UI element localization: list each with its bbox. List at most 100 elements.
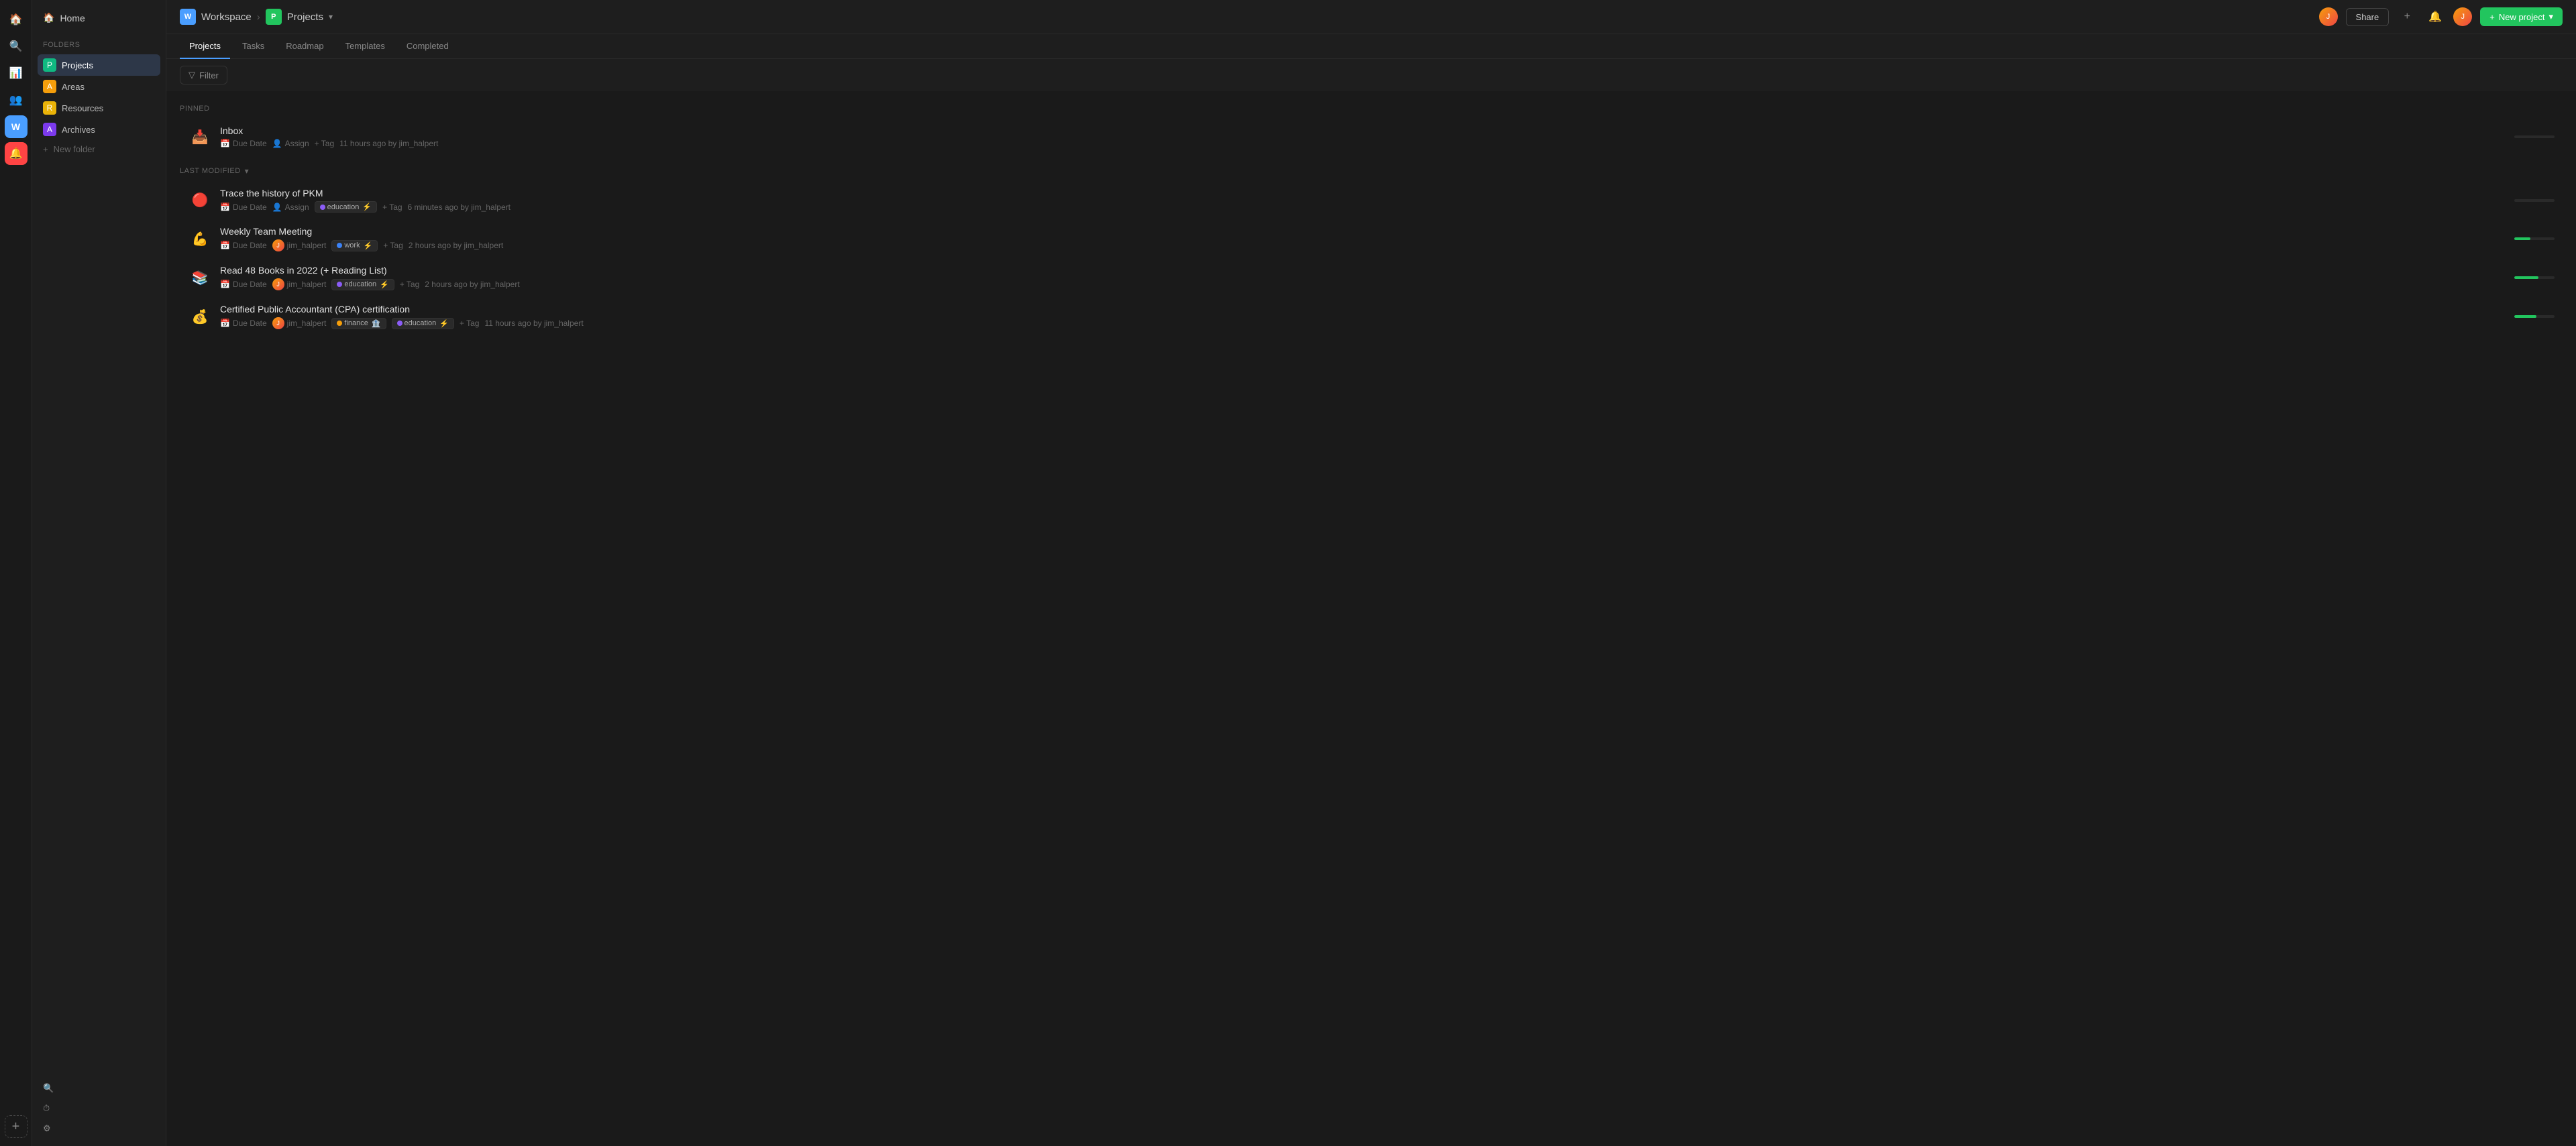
people-rail-icon[interactable]: 👥 xyxy=(5,89,28,111)
profile-avatar[interactable]: J xyxy=(2453,7,2472,26)
icon-rail: 🏠 🔍 📊 👥 W 🔔 + xyxy=(0,0,32,1146)
meeting-progress-bar xyxy=(2514,237,2555,240)
cpa-user[interactable]: J jim_halpert xyxy=(272,317,327,329)
pkm-assign[interactable]: 👤 Assign xyxy=(272,203,309,212)
pkm-progress-bar xyxy=(2514,199,2555,202)
graph-rail-icon[interactable]: 📊 xyxy=(5,62,28,84)
inbox-info: Inbox 📅 Due Date 👤 Assign + Tag xyxy=(220,125,2555,148)
areas-folder-icon: A xyxy=(43,80,56,93)
project-item-books[interactable]: 📚 Read 48 Books in 2022 (+ Reading List)… xyxy=(180,258,2563,297)
books-progress-bar xyxy=(2514,276,2555,279)
sidebar-search-item[interactable]: 🔍 xyxy=(38,1079,160,1098)
sidebar-history-item[interactable]: ⏱ xyxy=(38,1099,160,1118)
inbox-assign[interactable]: 👤 Assign xyxy=(272,139,309,148)
tab-roadmap[interactable]: Roadmap xyxy=(276,34,333,59)
sidebar-item-archives[interactable]: A Archives xyxy=(38,119,160,140)
add-button[interactable]: + xyxy=(2397,7,2417,27)
breadcrumb: W Workspace › P Projects ▾ xyxy=(180,9,333,25)
pkm-tag-education[interactable]: education ⚡ xyxy=(315,201,377,213)
filter-label: Filter xyxy=(199,70,219,80)
notification-badge[interactable]: 🔔 xyxy=(5,142,28,165)
tab-projects[interactable]: Projects xyxy=(180,34,230,59)
new-folder-button[interactable]: + New folder xyxy=(38,140,160,158)
books-progress xyxy=(2514,276,2555,279)
last-modified-list: 🔴 Trace the history of PKM 📅 Due Date 👤 … xyxy=(180,181,2563,336)
filter-icon: ▽ xyxy=(189,70,195,80)
sidebar-projects-label: Projects xyxy=(62,60,93,70)
cpa-add-tag[interactable]: + Tag xyxy=(460,319,479,328)
inbox-add-tag[interactable]: + Tag xyxy=(315,139,334,148)
pinned-section-label: PINNED xyxy=(180,105,2563,113)
meeting-add-tag[interactable]: + Tag xyxy=(383,241,402,250)
books-info: Read 48 Books in 2022 (+ Reading List) 📅… xyxy=(220,265,2555,290)
last-modified-sort-icon[interactable]: ▾ xyxy=(245,166,249,176)
assign-icon: 👤 xyxy=(272,203,282,212)
meeting-tag-work[interactable]: work ⚡ xyxy=(331,240,378,251)
sidebar-item-resources[interactable]: R Resources xyxy=(38,97,160,119)
last-modified-label: LAST MODIFIED xyxy=(180,167,241,175)
books-user[interactable]: J jim_halpert xyxy=(272,278,327,290)
tabs-bar: Projects Tasks Roadmap Templates Complet… xyxy=(166,34,2576,59)
books-emoji: 📚 xyxy=(188,266,212,290)
cpa-user-avatar: J xyxy=(272,317,284,329)
content-area: PINNED 📥 Inbox 📅 Due Date 👤 Assign xyxy=(166,91,2576,1146)
sidebar-home-label: Home xyxy=(60,13,85,23)
cpa-tag-education[interactable]: education ⚡ xyxy=(392,318,454,329)
project-item-meeting[interactable]: 💪 Weekly Team Meeting 📅 Due Date J jim_h… xyxy=(180,219,2563,258)
tab-tasks[interactable]: Tasks xyxy=(233,34,274,59)
tab-completed[interactable]: Completed xyxy=(397,34,458,59)
sidebar-resources-label: Resources xyxy=(62,103,103,113)
meeting-progress xyxy=(2514,237,2555,240)
home-rail-icon[interactable]: 🏠 xyxy=(5,8,28,31)
projects-breadcrumb-link[interactable]: Projects xyxy=(287,11,323,23)
cpa-tag-finance[interactable]: finance 🏦 xyxy=(331,318,386,329)
cpa-due-date[interactable]: 📅 Due Date xyxy=(220,319,267,328)
cpa-progress xyxy=(2514,315,2555,318)
history-icon: ⏱ xyxy=(43,1103,50,1114)
workspace-badge[interactable]: W xyxy=(5,115,28,138)
work-tag-icon: ⚡ xyxy=(364,241,373,250)
notification-button[interactable]: 🔔 xyxy=(2425,7,2445,27)
books-tag-education[interactable]: education ⚡ xyxy=(331,279,394,290)
books-progress-fill xyxy=(2514,276,2538,279)
share-button[interactable]: Share xyxy=(2346,8,2390,26)
cpa-progress-fill xyxy=(2514,315,2536,318)
meeting-user[interactable]: J jim_halpert xyxy=(272,239,327,251)
user-avatar: J xyxy=(2319,7,2338,26)
cpa-info: Certified Public Accountant (CPA) certif… xyxy=(220,304,2555,329)
meeting-due-date[interactable]: 📅 Due Date xyxy=(220,241,267,250)
pkm-due-date[interactable]: 📅 Due Date xyxy=(220,203,267,212)
books-due-date[interactable]: 📅 Due Date xyxy=(220,280,267,289)
calendar-icon: 📅 xyxy=(220,319,230,328)
project-item-inbox[interactable]: 📥 Inbox 📅 Due Date 👤 Assign + Ta xyxy=(180,118,2563,156)
search-icon: 🔍 xyxy=(43,1083,54,1094)
books-meta: 📅 Due Date J jim_halpert education ⚡ xyxy=(220,278,2555,290)
cpa-emoji: 💰 xyxy=(188,304,212,329)
new-project-button[interactable]: + New project ▾ xyxy=(2480,7,2563,26)
tag-options-icon: ⚡ xyxy=(362,203,372,211)
pkm-meta: 📅 Due Date 👤 Assign education ⚡ xyxy=(220,201,2555,213)
topbar: W Workspace › P Projects ▾ J Share + 🔔 J… xyxy=(166,0,2576,34)
books-add-tag[interactable]: + Tag xyxy=(400,280,419,289)
project-item-cpa[interactable]: 💰 Certified Public Accountant (CPA) cert… xyxy=(180,297,2563,336)
filter-button[interactable]: ▽ Filter xyxy=(180,66,227,84)
inbox-emoji: 📥 xyxy=(188,125,212,149)
sidebar-settings-item[interactable]: ⚙ xyxy=(38,1119,160,1138)
sidebar-item-projects[interactable]: P Projects xyxy=(38,54,160,76)
search-rail-icon[interactable]: 🔍 xyxy=(5,35,28,58)
workspace-breadcrumb-link[interactable]: Workspace xyxy=(201,11,252,23)
folders-section-label: FOLDERS xyxy=(38,38,160,52)
sidebar-bottom: 🔍 ⏱ ⚙ xyxy=(38,1079,160,1138)
tab-templates[interactable]: Templates xyxy=(336,34,394,59)
inbox-due-date[interactable]: 📅 Due Date xyxy=(220,139,267,148)
new-folder-label: New folder xyxy=(54,144,95,154)
sidebar-item-areas[interactable]: A Areas xyxy=(38,76,160,97)
pkm-add-tag[interactable]: + Tag xyxy=(382,203,402,212)
pkm-emoji: 🔴 xyxy=(188,188,212,213)
sidebar-home[interactable]: 🏠 Home xyxy=(38,8,160,27)
add-workspace-icon[interactable]: + xyxy=(5,1115,28,1138)
cpa-name: Certified Public Accountant (CPA) certif… xyxy=(220,304,2555,314)
books-education-dot xyxy=(337,282,342,287)
project-item-pkm[interactable]: 🔴 Trace the history of PKM 📅 Due Date 👤 … xyxy=(180,181,2563,219)
projects-dropdown-icon[interactable]: ▾ xyxy=(329,12,333,21)
